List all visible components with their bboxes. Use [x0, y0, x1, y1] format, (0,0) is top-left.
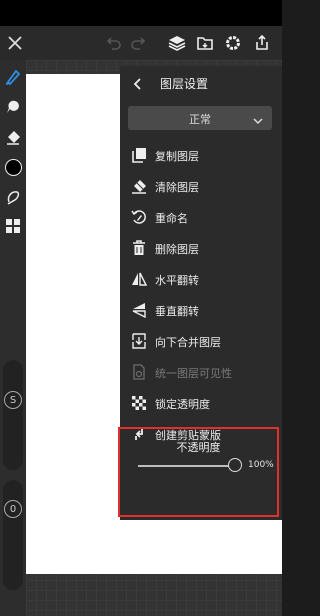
panel-header: 图层设置 — [120, 66, 282, 102]
menu-item-label: 水平翻转 — [155, 274, 199, 287]
share-icon[interactable] — [251, 26, 273, 60]
close-icon[interactable] — [4, 26, 26, 60]
menu-item-label: 复制图层 — [155, 150, 199, 163]
menu-item-clear-layer[interactable]: 清除图层 — [120, 171, 282, 201]
menu-item-merge-down[interactable]: 向下合并图层 — [120, 326, 282, 356]
undo-icon[interactable] — [104, 26, 124, 60]
opacity-slider-track[interactable] — [138, 465, 236, 467]
opacity-slider-knob[interactable] — [228, 458, 242, 472]
merge-down-icon — [130, 332, 148, 350]
menu-item-label: 重命名 — [155, 212, 188, 225]
trash-icon — [130, 239, 148, 257]
opacity-section: 不透明度 100% — [118, 427, 279, 517]
chevron-down-icon — [252, 112, 264, 131]
flip-horizontal-icon — [130, 270, 148, 288]
rename-icon — [130, 208, 148, 226]
brush-size-knob[interactable]: S — [4, 391, 22, 409]
back-icon[interactable] — [128, 74, 148, 94]
menu-item-flip-horizontal[interactable]: 水平翻转 — [120, 264, 282, 294]
duplicate-icon — [130, 146, 148, 164]
menu-item-lock-transparency[interactable]: 锁定透明度 — [120, 388, 282, 418]
blend-mode-dropdown[interactable]: 正常 — [128, 106, 272, 130]
eraser-icon — [130, 177, 148, 195]
brush-size-slider[interactable] — [3, 360, 23, 470]
redo-icon[interactable] — [128, 26, 148, 60]
gear-icon[interactable] — [222, 26, 244, 60]
menu-item-label: 锁定透明度 — [155, 398, 210, 411]
menu-item-label: 统一图层可见性 — [155, 367, 232, 380]
menu-item-label: 删除图层 — [155, 243, 199, 256]
menu-item-label: 清除图层 — [155, 181, 199, 194]
opacity-label: 不透明度 — [176, 441, 221, 454]
menu-item-label: 垂直翻转 — [155, 305, 199, 318]
menu-item-label: 向下合并图层 — [155, 336, 221, 349]
opacity-value: 100% — [248, 460, 274, 470]
menu-item-unify-visibility[interactable]: 统一图层可见性 — [120, 357, 282, 387]
color-swatch[interactable] — [2, 156, 24, 178]
status-bar — [0, 0, 282, 26]
smudge-icon[interactable] — [2, 96, 24, 118]
menu-item-duplicate-layer[interactable]: 复制图层 — [120, 140, 282, 170]
left-toolbar: S 0 — [0, 60, 26, 616]
blend-mode-value: 正常 — [189, 113, 211, 126]
layers-icon[interactable] — [166, 26, 188, 60]
visibility-icon — [130, 363, 148, 381]
checker-icon — [130, 394, 148, 412]
menu-item-rename[interactable]: 重命名 — [120, 202, 282, 232]
flip-vertical-icon — [130, 301, 148, 319]
folder-import-icon[interactable] — [194, 26, 216, 60]
panel-title: 图层设置 — [160, 77, 209, 91]
menu-item-flip-vertical[interactable]: 垂直翻转 — [120, 295, 282, 325]
top-toolbar — [0, 26, 282, 60]
menu-item-delete-layer[interactable]: 删除图层 — [120, 233, 282, 263]
grid-tools-icon[interactable] — [2, 215, 24, 237]
lasso-icon[interactable] — [2, 186, 24, 208]
brush-icon[interactable] — [2, 66, 24, 88]
eraser-tool-icon[interactable] — [2, 126, 24, 148]
brush-opacity-slider[interactable] — [3, 480, 23, 590]
brush-opacity-knob[interactable]: 0 — [4, 500, 22, 518]
